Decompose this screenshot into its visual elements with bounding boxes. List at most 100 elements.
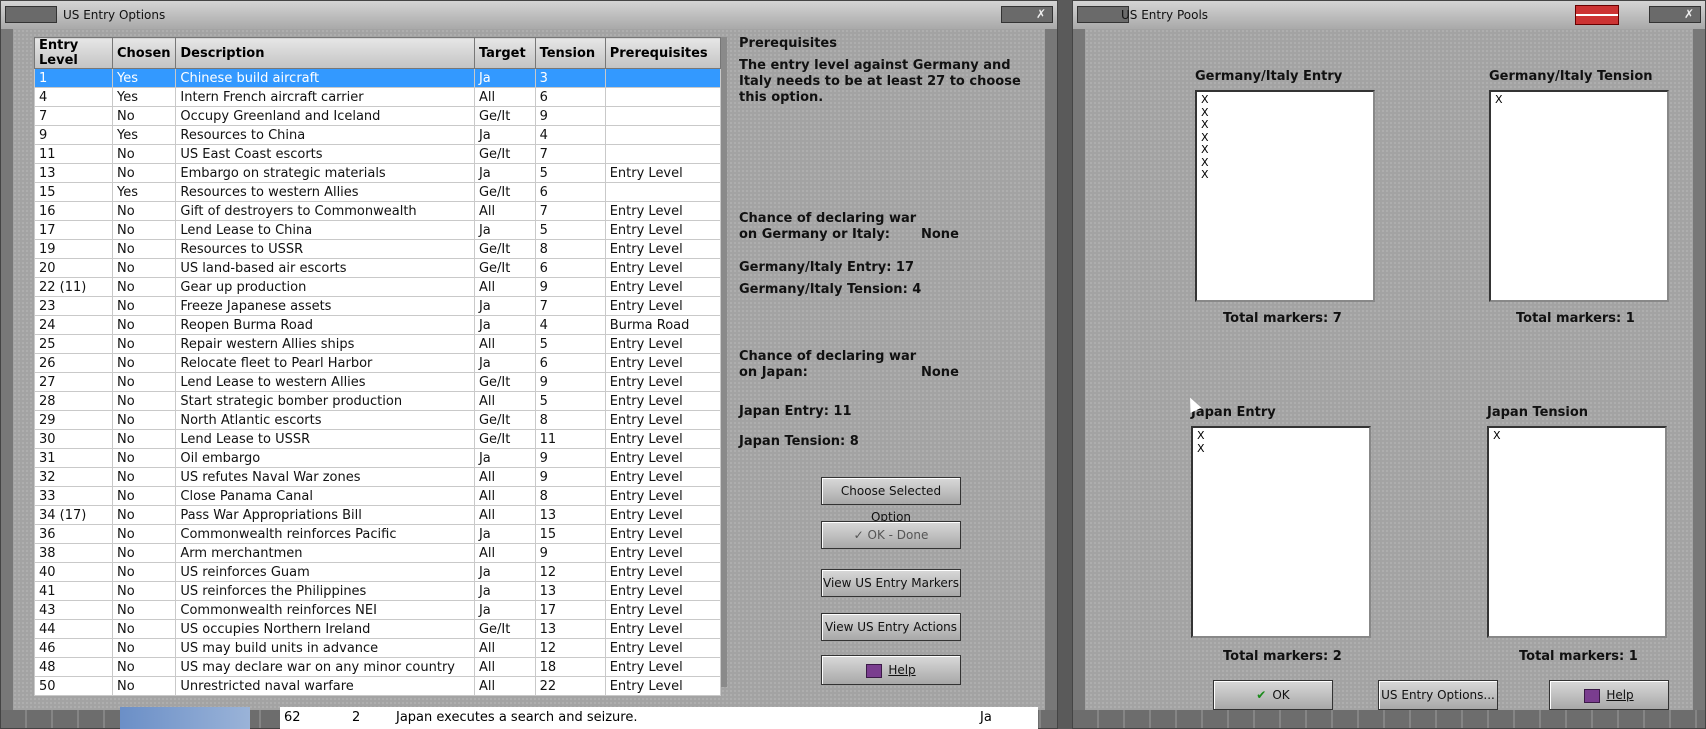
- pool-label-gi-entry: Germany/Italy Entry: [1195, 69, 1343, 84]
- table-row[interactable]: 13 No Embargo on strategic materials Ja 5 Ent…: [34, 163, 722, 183]
- table-row[interactable]: 48 No US may declare war on any minor coun…: [34, 657, 722, 677]
- frame-left: [1, 29, 13, 710]
- table-row[interactable]: 29 No North Atlantic escorts Ge/It 8 Entry Le…: [34, 410, 722, 430]
- cell-description: Embargo on strategic materials: [175, 163, 475, 183]
- cell-prerequisites: Entry Level: [604, 296, 722, 316]
- table-row[interactable]: 19 No Resources to USSR Ge/It 8 Entry Level: [34, 239, 722, 259]
- cell-prerequisites: [604, 182, 722, 202]
- table-row[interactable]: 1 Yes Chinese build aircraft Ja 3: [34, 68, 722, 88]
- table-row[interactable]: 11 No US East Coast escorts Ge/It 7: [34, 144, 722, 164]
- cell-chosen: Yes: [111, 182, 177, 202]
- table-row[interactable]: 25 No Repair western Allies ships All 5 Entry…: [34, 334, 722, 354]
- cell-description: Close Panama Canal: [175, 486, 475, 506]
- table-scroll-track[interactable]: [721, 37, 727, 687]
- table-row[interactable]: 38 No Arm merchantmen All 9 Entry Level: [34, 543, 722, 563]
- cell-description: US reinforces the Philippines: [175, 581, 475, 601]
- us-entry-options-button[interactable]: US Entry Options...: [1378, 680, 1498, 710]
- view-us-entry-actions-button[interactable]: View US Entry Actions: [821, 613, 961, 641]
- table-row[interactable]: 23 No Freeze Japanese assets Ja 7 Entry Level: [34, 296, 722, 316]
- close-button[interactable]: ✗: [1001, 6, 1053, 23]
- table-row[interactable]: 28 No Start strategic bomber production All…: [34, 391, 722, 411]
- cell-prerequisites: Entry Level: [604, 448, 722, 468]
- cell-prerequisites: Entry Level: [604, 163, 722, 183]
- table-row[interactable]: 46 No US may build units in advance All 12 En…: [34, 638, 722, 658]
- table-row[interactable]: 32 No US refutes Naval War zones All 9 Entry …: [34, 467, 722, 487]
- cell-description: Resources to USSR: [175, 239, 475, 259]
- cell-tension: 4: [534, 315, 606, 335]
- cell-entry-level: 1: [34, 68, 113, 88]
- cell-chosen: No: [111, 467, 177, 487]
- column-header-tension[interactable]: Tension: [534, 37, 606, 69]
- cell-chosen: No: [111, 106, 177, 126]
- table-row[interactable]: 41 No US reinforces the Philippines Ja 13 Ent…: [34, 581, 722, 601]
- cell-tension: 7: [534, 296, 606, 316]
- cell-chosen: Yes: [111, 125, 177, 145]
- cell-prerequisites: [604, 144, 722, 164]
- choose-selected-option-button[interactable]: Choose Selected Option: [821, 477, 961, 524]
- pool-box-gi-tension[interactable]: X: [1489, 90, 1669, 302]
- cell-tension: 6: [534, 258, 606, 278]
- system-menu-button[interactable]: [5, 6, 57, 23]
- close-button[interactable]: ✗: [1649, 6, 1701, 23]
- pool-box-japan-entry[interactable]: X X: [1191, 426, 1371, 638]
- table-row[interactable]: 20 No US land-based air escorts Ge/It 6 Entry…: [34, 258, 722, 278]
- table-row[interactable]: 33 No Close Panama Canal All 8 Entry Level: [34, 486, 722, 506]
- table-row[interactable]: 15 Yes Resources to western Allies Ge/It 6: [34, 182, 722, 202]
- pool-box-gi-entry[interactable]: X X X X X X X: [1195, 90, 1375, 302]
- column-header-description[interactable]: Description: [175, 37, 475, 69]
- cell-chosen: No: [111, 486, 177, 506]
- gi-tension-value: Germany/Italy Tension: 4: [739, 282, 922, 297]
- cell-prerequisites: [604, 68, 722, 88]
- background-list-row[interactable]: 62 2 Japan executes a search and seizure…: [280, 707, 1038, 729]
- cell-tension: 4: [534, 125, 606, 145]
- chance-ja-line1: Chance of declaring war: [739, 349, 917, 364]
- table-row[interactable]: 17 No Lend Lease to China Ja 5 Entry Level: [34, 220, 722, 240]
- table-row[interactable]: 50 No Unrestricted naval warfare All 22 Entry…: [34, 676, 722, 696]
- cell-entry-level: 31: [34, 448, 113, 468]
- pool-total-japan-entry: Total markers: 2: [1223, 649, 1342, 664]
- cell-tension: 9: [534, 448, 606, 468]
- table-row[interactable]: 40 No US reinforces Guam Ja 12 Entry Level: [34, 562, 722, 582]
- cell-entry-level: 16: [34, 201, 113, 221]
- cell-description: Lend Lease to USSR: [175, 429, 475, 449]
- cell-target: Ja: [473, 353, 536, 373]
- table-row[interactable]: 7 No Occupy Greenland and Iceland Ge/It 9: [34, 106, 722, 126]
- table-row[interactable]: 22 (11) No Gear up production All 9 Entry Lev…: [34, 277, 722, 297]
- cell-tension: 8: [534, 239, 606, 259]
- view-us-entry-markers-button[interactable]: View US Entry Markers: [821, 569, 961, 597]
- table-row[interactable]: 34 (17) No Pass War Appropriations Bill All…: [34, 505, 722, 525]
- cell-prerequisites: Entry Level: [604, 372, 722, 392]
- cell-entry-level: 33: [34, 486, 113, 506]
- pools-ok-button[interactable]: ✔ OK: [1213, 680, 1333, 710]
- cell-description: Commonwealth reinforces NEI: [175, 600, 475, 620]
- column-header-chosen[interactable]: Chosen: [111, 37, 177, 69]
- cell-chosen: No: [111, 315, 177, 335]
- table-row[interactable]: 43 No Commonwealth reinforces NEI Ja 17 Entry…: [34, 600, 722, 620]
- cell-description: Reopen Burma Road: [175, 315, 475, 335]
- cell-description: Chinese build aircraft: [175, 68, 475, 88]
- table-row[interactable]: 16 No Gift of destroyers to Commonwealth Al…: [34, 201, 722, 221]
- column-header-entry-level[interactable]: Entry Level: [34, 37, 113, 69]
- ok-done-button[interactable]: ✓ OK - Done: [821, 521, 961, 549]
- left-help-button[interactable]: Help: [821, 655, 961, 685]
- cell-description: Gift of destroyers to Commonwealth: [175, 201, 475, 221]
- pool-box-japan-tension[interactable]: X: [1487, 426, 1667, 638]
- table-row[interactable]: 30 No Lend Lease to USSR Ge/It 11 Entry Level: [34, 429, 722, 449]
- cell-entry-level: 40: [34, 562, 113, 582]
- cell-description: North Atlantic escorts: [175, 410, 475, 430]
- cell-prerequisites: Entry Level: [604, 676, 722, 696]
- table-row[interactable]: 4 Yes Intern French aircraft carrier All 6: [34, 87, 722, 107]
- table-row[interactable]: 36 No Commonwealth reinforces Pacific Ja 15 E…: [34, 524, 722, 544]
- cell-tension: 11: [534, 429, 606, 449]
- table-row[interactable]: 9 Yes Resources to China Ja 4: [34, 125, 722, 145]
- table-row[interactable]: 26 No Relocate fleet to Pearl Harbor Ja 6 Ent…: [34, 353, 722, 373]
- pools-help-button[interactable]: Help: [1549, 680, 1669, 710]
- column-header-prerequisites[interactable]: Prerequisites: [604, 37, 722, 69]
- table-row[interactable]: 44 No US occupies Northern Ireland Ge/It 13 E…: [34, 619, 722, 639]
- table-row[interactable]: 31 No Oil embargo Ja 9 Entry Level: [34, 448, 722, 468]
- table-row[interactable]: 24 No Reopen Burma Road Ja 4 Burma Road: [34, 315, 722, 335]
- cell-tension: 9: [534, 372, 606, 392]
- column-header-target[interactable]: Target: [473, 37, 536, 69]
- cell-entry-level: 27: [34, 372, 113, 392]
- table-row[interactable]: 27 No Lend Lease to western Allies Ge/It 9 En…: [34, 372, 722, 392]
